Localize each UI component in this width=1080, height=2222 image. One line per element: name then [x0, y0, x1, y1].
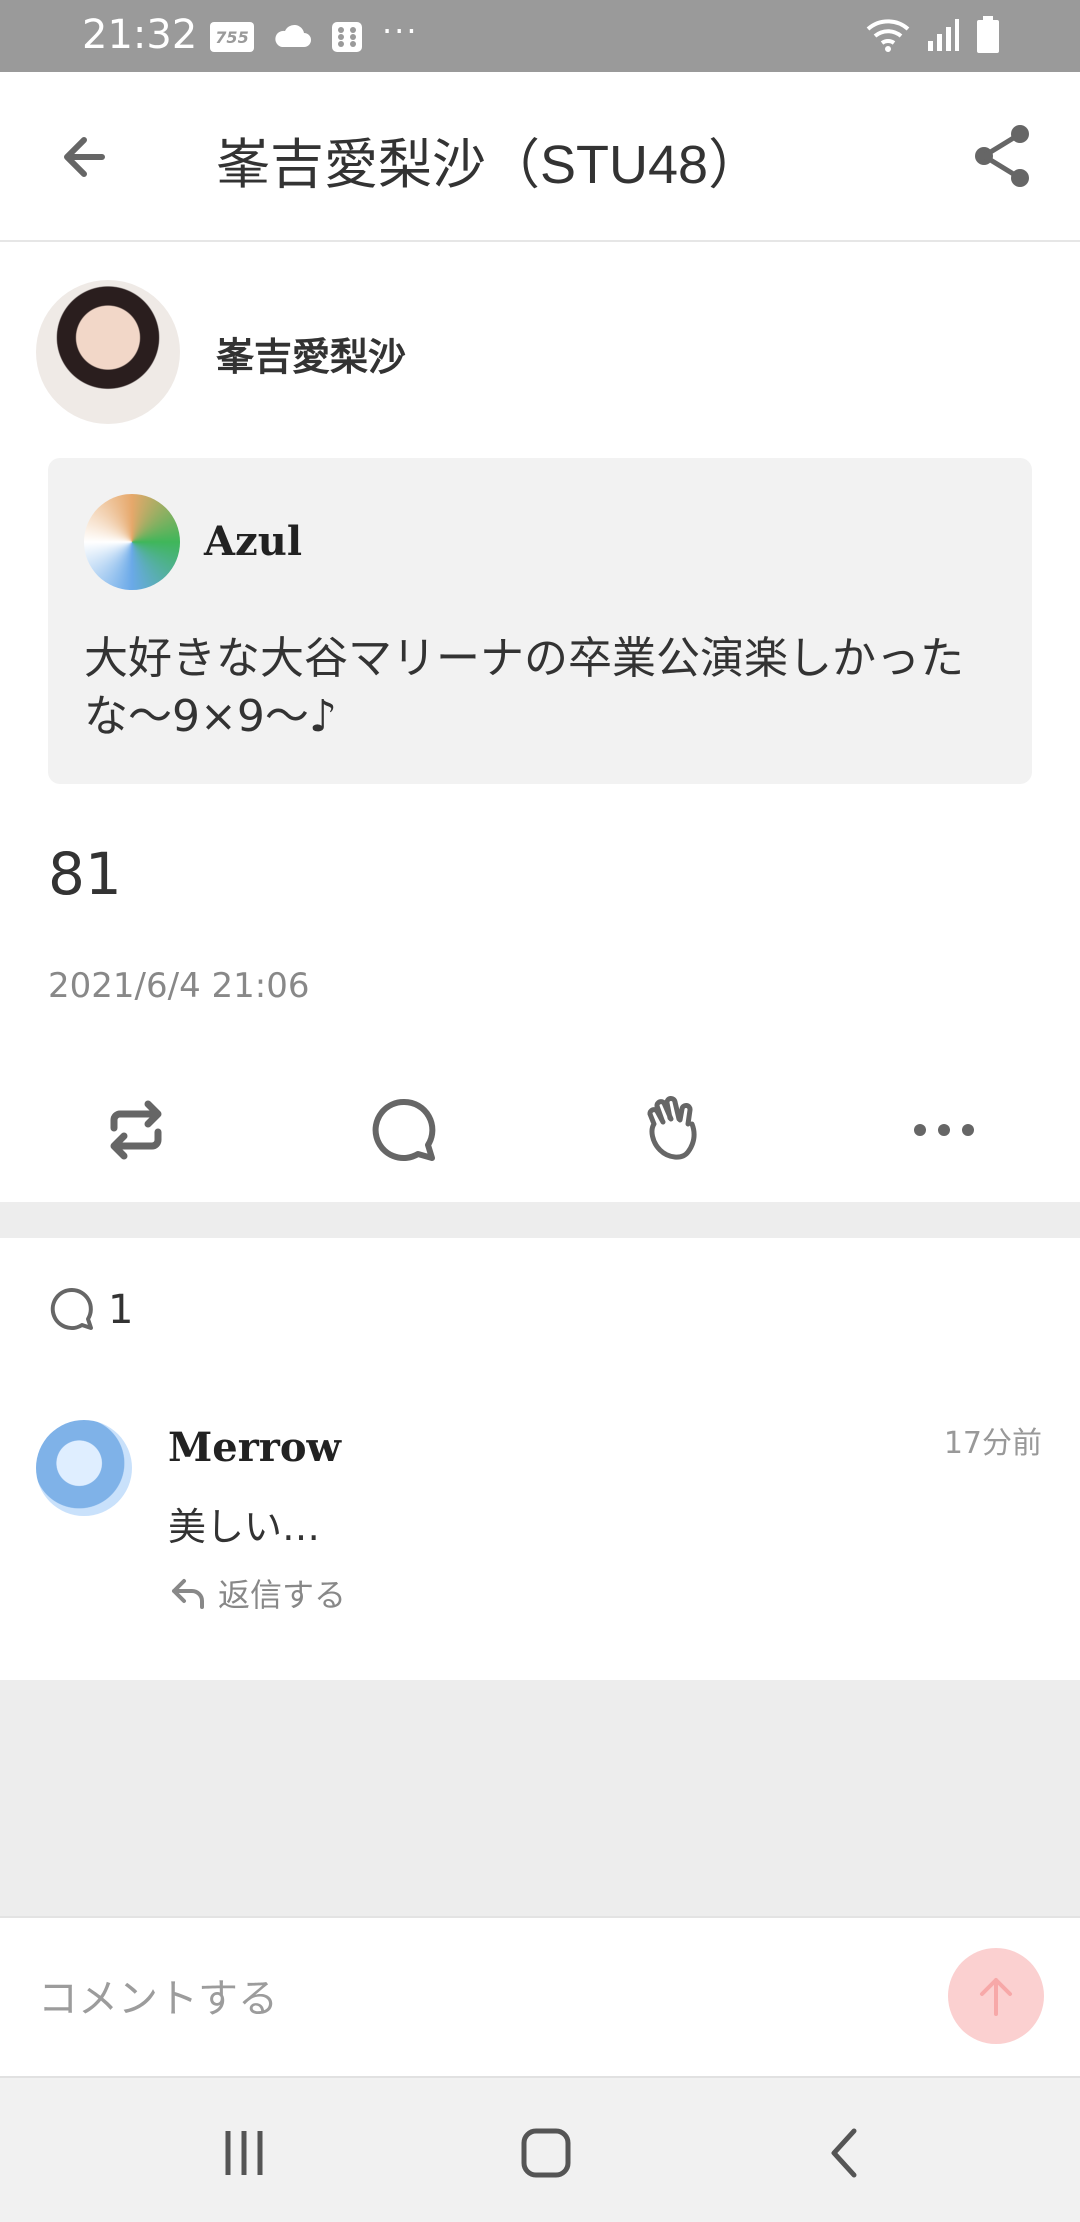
comment-bar — [0, 1916, 1080, 2078]
repost-icon — [110, 1100, 162, 1160]
comment-user-name[interactable]: Merrow — [168, 1424, 341, 1471]
post-date: 2021/6/4 21:06 — [48, 966, 310, 1006]
home-button[interactable] — [506, 2118, 586, 2188]
arrow-up-icon — [980, 1978, 1012, 2016]
comment-time: 17分前 — [943, 1426, 1042, 1461]
system-back-button[interactable] — [806, 2118, 886, 2188]
app-bar: 峯吉愛梨沙（STU48） — [0, 72, 1080, 242]
comment-input[interactable] — [36, 1958, 900, 2040]
quote-user-name[interactable]: Azul — [204, 518, 302, 565]
status-time: 21:32 — [82, 12, 198, 58]
arrow-left-icon — [64, 137, 105, 177]
post-actions — [0, 1080, 1080, 1180]
app-badge-icon: 755 — [210, 22, 254, 52]
dice-icon — [332, 22, 362, 52]
chevron-left-icon — [831, 2128, 857, 2178]
reply-icon — [172, 1579, 204, 1609]
author-avatar[interactable] — [36, 280, 180, 424]
quote-user-avatar[interactable] — [84, 494, 180, 590]
author-name[interactable]: 峯吉愛梨沙 — [216, 326, 406, 381]
status-notifications: 755 ··· — [210, 12, 419, 56]
reply-button[interactable]: 返信する — [168, 1570, 346, 1616]
system-nav-bar — [0, 2076, 1080, 2222]
post-body: 81 — [48, 840, 122, 908]
share-button[interactable] — [964, 118, 1040, 194]
share-icon — [975, 125, 1029, 187]
status-bar: 21:32 755 ··· — [0, 0, 1080, 72]
quote-text: 大好きな大谷マリーナの卒業公演楽しかったな〜9×9〜♪ — [84, 633, 964, 742]
repost-button[interactable] — [96, 1090, 176, 1170]
cloud-icon — [275, 24, 311, 47]
empty-area — [0, 1680, 1080, 1916]
comment-count-value: 1 — [108, 1287, 134, 1333]
page-title: 峯吉愛梨沙（STU48） — [216, 135, 763, 195]
more-notifications-icon: ··· — [382, 12, 419, 50]
status-right — [866, 16, 1000, 54]
comment-icon — [372, 1098, 436, 1161]
wifi-icon — [866, 19, 910, 52]
clap-icon — [647, 1096, 697, 1160]
comment-count: 1 — [48, 1286, 133, 1334]
section-divider — [0, 1202, 1080, 1238]
reply-label: 返信する — [218, 1576, 347, 1614]
recent-apps-icon — [225, 2131, 263, 2175]
clap-button[interactable] — [634, 1090, 714, 1170]
comment-avatar[interactable] — [36, 1420, 132, 1516]
send-button[interactable] — [948, 1948, 1044, 2044]
comment-icon — [50, 1287, 93, 1330]
comment-button[interactable] — [364, 1090, 444, 1170]
more-icon — [914, 1124, 974, 1136]
more-button[interactable] — [904, 1090, 984, 1170]
back-button[interactable] — [50, 122, 120, 192]
signal-icon — [928, 19, 959, 51]
battery-icon — [977, 16, 999, 53]
recent-apps-button[interactable] — [204, 2118, 284, 2188]
comment-text: 美しい… — [168, 1505, 321, 1549]
quoted-post-card[interactable]: Azul 大好きな大谷マリーナの卒業公演楽しかったな〜9×9〜♪ — [48, 458, 1032, 784]
home-icon — [521, 2128, 571, 2178]
